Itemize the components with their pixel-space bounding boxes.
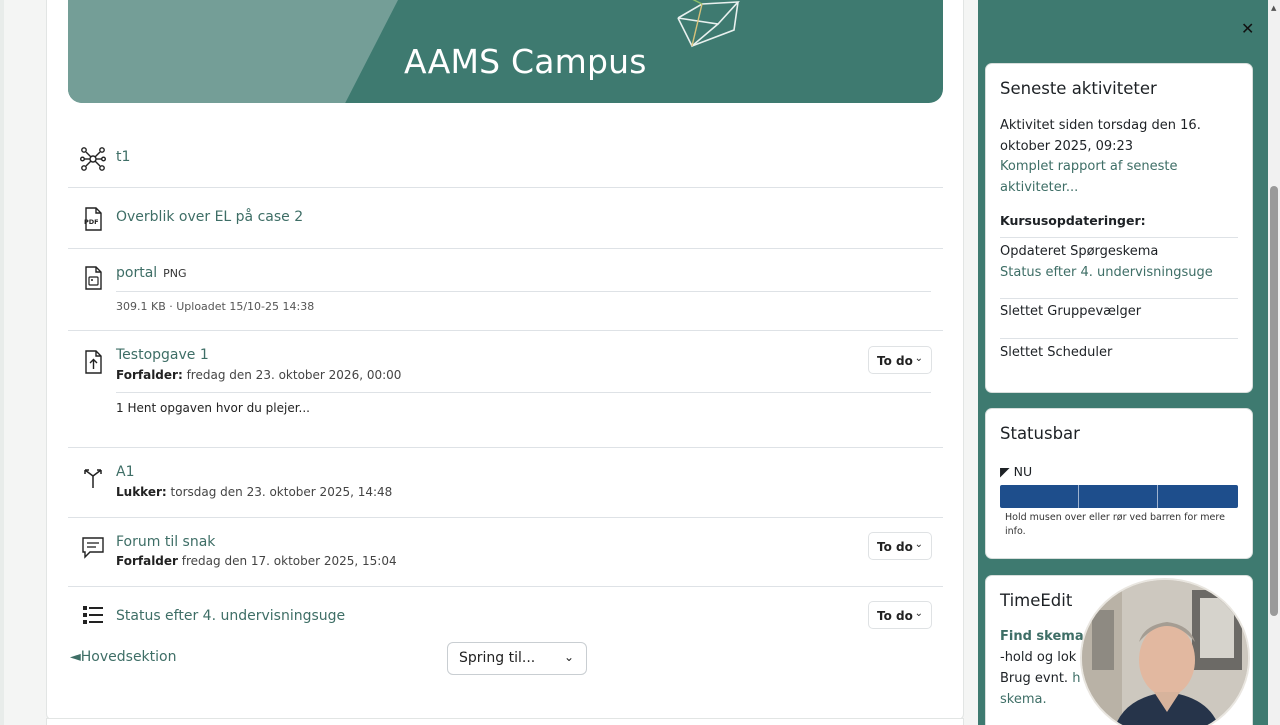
activity-link-portal[interactable]: portal PNG — [116, 265, 187, 281]
jump-to-select[interactable]: Spring til... ⌄ — [447, 642, 587, 675]
timeedit-text: -hold og lok — [1000, 650, 1077, 665]
timeedit-text: skema. — [1000, 692, 1047, 707]
close-icon[interactable]: ✕ — [1241, 19, 1254, 38]
previous-section-link[interactable]: ◄Hovedsektion — [70, 649, 176, 665]
due-date: Forfalder: fredag den 23. oktober 2026, … — [116, 368, 402, 382]
activity-row: PDF Overblik over EL på case 2 — [68, 188, 943, 249]
chevron-down-icon: ⌄ — [914, 539, 923, 550]
todo-dropdown[interactable]: To do ⌄ — [868, 532, 932, 560]
update-item: Slettet Scheduler — [1000, 345, 1113, 360]
activity-since: Aktivitet siden torsdag den 16. oktober 2… — [1000, 118, 1201, 154]
update-item: Slettet Gruppevælger — [1000, 304, 1142, 319]
upload-icon — [85, 350, 102, 374]
statusbar-hint: Hold musen over eller rør ved barren for… — [1005, 512, 1225, 537]
list-icon — [83, 606, 103, 624]
webcam-overlay — [1080, 578, 1250, 725]
full-report-link[interactable]: Komplet rapport af seneste aktiviteter... — [1000, 156, 1177, 198]
activity-link-status[interactable]: Status efter 4. undervisningsuge — [116, 608, 345, 624]
network-icon — [80, 147, 106, 171]
activity-link-a1[interactable]: A1 — [116, 464, 134, 480]
activity-row: Status efter 4. undervisningsuge To do ⌄ — [68, 587, 943, 637]
activity-link-pdf[interactable]: Overblik over EL på case 2 — [116, 209, 303, 225]
divider — [1000, 298, 1238, 299]
block-title: TimeEdit — [1000, 591, 1073, 610]
chevron-down-icon: ⌄ — [563, 650, 574, 664]
updates-heading: Kursusopdateringer: — [1000, 213, 1146, 228]
course-banner: AAMS Campus — [68, 0, 943, 103]
cube-logo-icon — [677, 0, 740, 48]
pdf-icon: PDF — [84, 207, 102, 231]
activity-link-forum[interactable]: Forum til snak — [116, 534, 215, 550]
statusbar-block: Statusbar ◤ NU Hold musen over eller rør… — [985, 408, 1253, 559]
svg-text:PDF: PDF — [84, 218, 99, 226]
activity-link-testopgave[interactable]: Testopgave 1 — [116, 347, 209, 363]
divider — [1000, 338, 1238, 339]
activity-link-t1[interactable]: t1 — [116, 149, 130, 165]
activity-row: A1 Lukker: torsdag den 23. oktober 2025,… — [68, 448, 943, 518]
flag-icon: ◤ — [1000, 464, 1010, 479]
divider — [1000, 237, 1238, 238]
divider — [116, 291, 931, 292]
bar-segment-divider — [1157, 485, 1158, 508]
activity-row: Forum til snak Forfalder fredag den 17. … — [68, 518, 943, 587]
progress-bar[interactable] — [1000, 485, 1238, 508]
banner-decoration — [68, 0, 398, 103]
find-schedule-link[interactable]: Find skema — [1000, 626, 1084, 647]
chevron-down-icon: ⌄ — [914, 353, 923, 364]
course-title: AAMS Campus — [404, 42, 647, 81]
activity-row: t1 — [68, 128, 943, 188]
update-link[interactable]: Status efter 4. undervisningsuge — [1000, 262, 1213, 283]
activity-row: Testopgave 1 Forfalder: fredag den 23. o… — [68, 331, 943, 448]
activity-description: 1 Hent opgaven hvor du plejer... — [116, 401, 310, 415]
block-title: Seneste aktiviteter — [1000, 79, 1157, 98]
file-info: 309.1 KB · Uploadet 15/10-25 14:38 — [116, 300, 315, 313]
activity-row: portal PNG 309.1 KB · Uploadet 15/10-25 1… — [68, 249, 943, 331]
now-marker: ◤ NU — [1000, 464, 1033, 479]
file-type-badge: PNG — [163, 267, 187, 280]
bar-segment-divider — [1078, 485, 1079, 508]
update-item: Opdateret Spørgeskema — [1000, 244, 1159, 259]
page-edge — [0, 0, 4, 725]
presenter-video-icon — [1082, 580, 1248, 725]
due-date: Forfalder fredag den 17. oktober 2025, 1… — [116, 554, 397, 568]
scroll-up-icon[interactable]: ▲ — [1271, 4, 1276, 12]
todo-dropdown[interactable]: To do ⌄ — [868, 346, 932, 374]
timeedit-text: Brug evnt. h — [1000, 671, 1081, 686]
course-footer-card — [46, 718, 964, 725]
divider — [116, 392, 931, 393]
block-title: Statusbar — [1000, 424, 1080, 443]
forum-icon — [82, 537, 104, 559]
chevron-down-icon: ⌄ — [914, 608, 923, 619]
choice-icon — [84, 469, 102, 488]
todo-dropdown[interactable]: To do ⌄ — [868, 601, 932, 629]
image-file-icon — [85, 266, 102, 290]
scrollbar-thumb[interactable] — [1270, 186, 1278, 616]
recent-activity-block: Seneste aktiviteter Aktivitet siden tors… — [985, 63, 1253, 393]
close-date: Lukker: torsdag den 23. oktober 2025, 14… — [116, 485, 393, 499]
